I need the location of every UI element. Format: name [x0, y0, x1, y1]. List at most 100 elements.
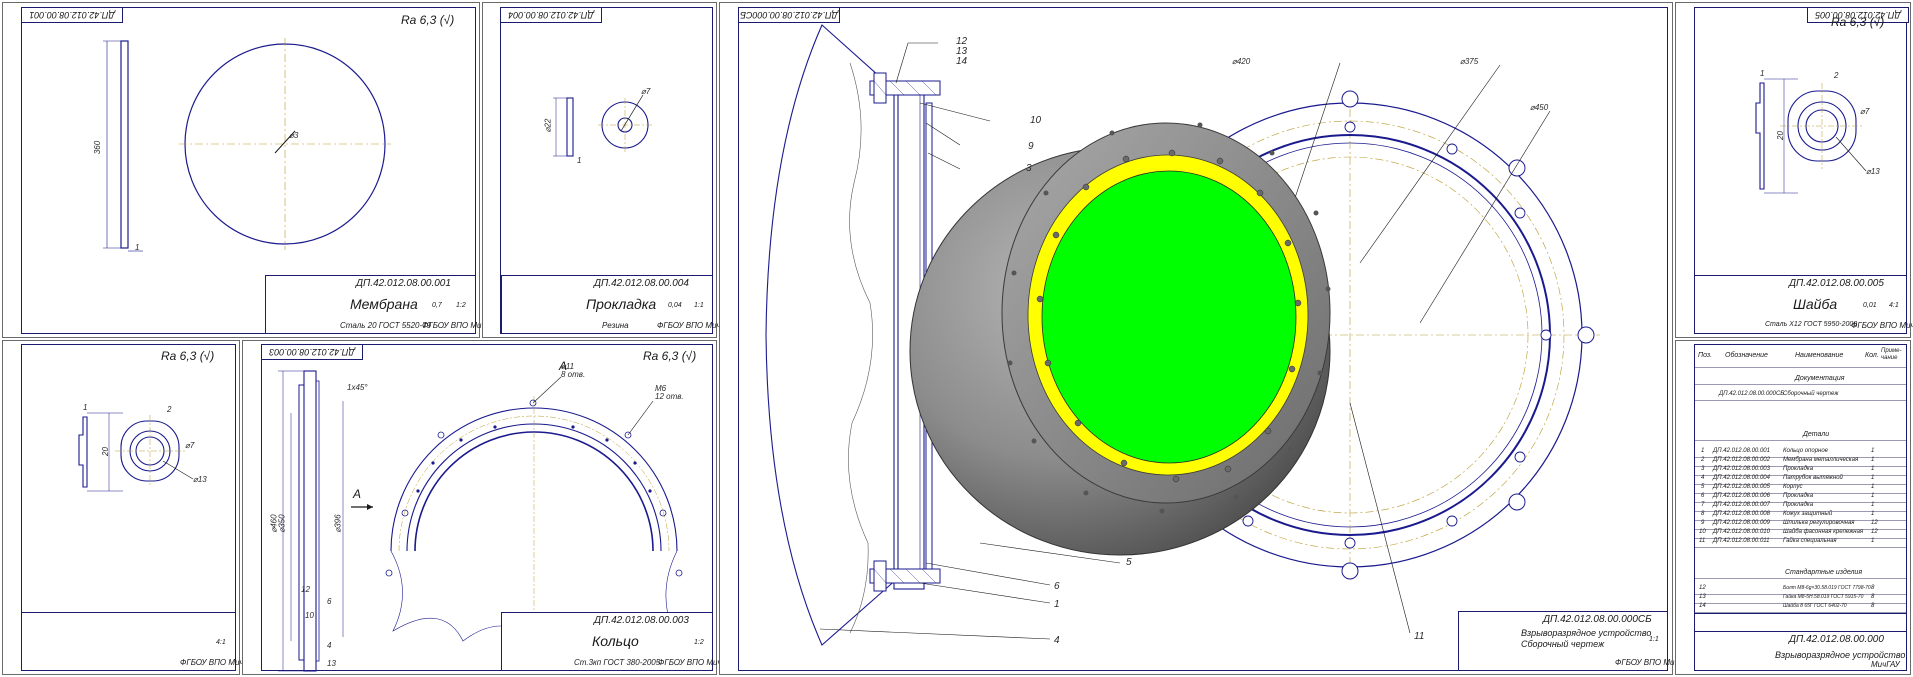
part-qty: 1 [1871, 448, 1875, 454]
callout-4: 4 [1054, 635, 1060, 646]
title-code: ДП.42.012.08.00.004 [594, 278, 689, 289]
title-block: ДП.42.012.08.00.000СБ Взрыворазрядное ус… [1458, 611, 1692, 671]
section-std: Стандартные изделия [1695, 569, 1906, 579]
title-name: Прокладка [586, 296, 657, 312]
part-name: Корпус [1783, 484, 1803, 490]
part-name: Патрубок вытяжной [1783, 475, 1843, 481]
doc-name: Сборочный чертеж [1783, 391, 1839, 397]
title-material: Сталь 20 ГОСТ 5520-79 [340, 321, 432, 330]
part-code: ДП.42.012.08.00.002 [1713, 457, 1770, 463]
part-code: ДП.42.012.08.00.007 [1713, 502, 1770, 508]
part-name: Кольцо опорное [1783, 448, 1829, 454]
title-block: ДП.42.012.08.00.003 Кольцо Ст.3кп ГОСТ 3… [501, 612, 735, 671]
std-row: 14 Шайба 8 65Г ГОСТ 6402-70 8 [1695, 603, 1906, 613]
std-name: Болт М8-6g×30.58.019 ГОСТ 7798-70 [1783, 585, 1871, 591]
spec-header: Поз. Обозначение Наименование Кол. Приме… [1695, 345, 1906, 368]
title-name: Кольцо [592, 633, 639, 649]
title-mass: 0,01 [1863, 302, 1877, 309]
callout-1: 1 [1054, 599, 1060, 610]
dim-1: 1 [1760, 69, 1765, 78]
part-code: ДП.42.012.08.00.009 [1713, 520, 1770, 526]
title-block: ДП.42.012.08.00.000 Взрыворазрядное устр… [1694, 631, 1907, 671]
part-pos: 5 [1701, 484, 1705, 490]
dim-6: 6 [327, 597, 332, 606]
part-code: ДП.42.012.08.00.008 [1713, 511, 1770, 517]
title-org: МичГАУ [1871, 660, 1900, 669]
std-pos: 14 [1699, 603, 1706, 609]
dim-d420: ⌀420 [1232, 57, 1251, 66]
part-code: ДП.42.012.08.00.004 [1713, 475, 1770, 481]
part-pos: 2 [1701, 457, 1705, 463]
title-scale: 4:1 [1889, 302, 1899, 309]
callout-3: 3 [1026, 163, 1032, 174]
dim-height: 360 [93, 140, 103, 155]
section-std-title: Стандартные изделия [1785, 569, 1863, 576]
dim-12: 12 [301, 585, 310, 594]
part-name: Прокладка [1783, 502, 1814, 508]
sheet-washer-small: Ra 6,3 (√) 1 2 20 ⌀7 ⌀13 4:1 ФГБОУ ВПО М… [2, 340, 257, 675]
title-name: Шайба [1793, 296, 1838, 312]
dim-d13: ⌀13 [1866, 167, 1880, 176]
doc-row: ДП.42.012.08.00.000СБ Сборочный чертеж [1695, 391, 1906, 401]
title-block: ДП.42.012.08.00.005 Шайба Сталь Х12 ГОСТ… [1694, 275, 1913, 334]
section-parts-title: Детали [1803, 431, 1830, 438]
std-qty: 8 [1871, 603, 1875, 609]
section-docs: Документация [1695, 375, 1906, 385]
part-pos: 11 [1699, 538, 1706, 544]
part-pos: 1 [1701, 448, 1705, 454]
title-mass: 0,7 [432, 302, 442, 309]
title-org: ФГБОУ ВПО МичГАУ [1851, 321, 1913, 330]
title-code: ДП.42.012.08.00.000 [1789, 634, 1884, 645]
dim-thickness: 1 [577, 156, 582, 165]
part-pos: 7 [1701, 502, 1705, 508]
dim-d375: ⌀375 [1460, 57, 1479, 66]
part-code: ДП.42.012.08.00.011 [1713, 538, 1770, 544]
title-material: Резина [602, 321, 629, 330]
header-pos: Поз. [1698, 352, 1713, 359]
callout-9: 9 [1028, 141, 1034, 152]
dim-d7: ⌀7 [185, 441, 195, 450]
part-qty: 1 [1871, 475, 1875, 481]
std-pos: 12 [1699, 585, 1706, 591]
dim-diameter: ⌀3 [289, 131, 299, 140]
part-pos: 4 [1701, 475, 1705, 481]
part-qty: 1 [1871, 457, 1875, 463]
title-mass: 0,04 [668, 302, 682, 309]
dim-4: 4 [327, 641, 332, 650]
note-thread: М6 12 отв. [655, 384, 684, 401]
title-material: Сталь Х12 ГОСТ 5950-2000 [1765, 321, 1858, 328]
spec-table: Поз. Обозначение Наименование Кол. Приме… [1694, 344, 1907, 614]
header-code: Обозначение [1725, 352, 1768, 359]
dim-chamfer: 1x45° [347, 383, 368, 392]
callout-14: 14 [956, 56, 968, 67]
part-pos: 3 [1701, 466, 1705, 472]
dim-2: 2 [1834, 71, 1839, 80]
title-material: Ст.3кп ГОСТ 380-2005 [574, 658, 661, 667]
part-name: Прокладка [1783, 466, 1814, 472]
title-scale: 1:1 [694, 302, 704, 309]
part-qty: 12 [1871, 520, 1878, 526]
title-code: ДП.42.012.08.00.001 [356, 278, 451, 289]
title-code: ДП.42.012.08.00.005 [1789, 278, 1884, 289]
dim-thickness: 1 [135, 243, 140, 252]
sheet-gasket: ДП.42.012.08.00.004 ⌀22 1 ⌀7 ДП.42.012.0… [482, 2, 734, 338]
dim-d450: ⌀450 [1530, 103, 1549, 112]
sheet-assembly: ДП.42.012.08.00.000СБ 12 13 14 10 9 3 6 … [719, 2, 1692, 675]
title-block: 4:1 ФГБОУ ВПО МичГАУ [21, 612, 257, 671]
std-name: Шайба 8 65Г ГОСТ 6402-70 [1783, 603, 1847, 609]
dim-hole: ⌀7 [641, 87, 651, 96]
std-pos: 13 [1699, 594, 1706, 600]
callout-10: 10 [1030, 115, 1042, 126]
view-arrow-label: А [353, 487, 362, 501]
section-parts: Детали [1695, 431, 1906, 441]
header-name: Наименование [1795, 352, 1844, 359]
dim-13: 13 [327, 659, 336, 668]
note-holes: ⌀11 8 отв. [561, 362, 586, 379]
part-code: ДП.42.012.08.00.010 [1713, 529, 1770, 535]
std-name: Гайка М8-5Н.58.019 ГОСТ 5915-70 [1783, 594, 1864, 600]
part-pos: 10 [1699, 529, 1706, 535]
part-qty: 1 [1871, 484, 1875, 490]
title-scale: 4:1 [216, 639, 226, 646]
dim-20: 20 [100, 447, 110, 456]
part-qty: 1 [1871, 538, 1875, 544]
